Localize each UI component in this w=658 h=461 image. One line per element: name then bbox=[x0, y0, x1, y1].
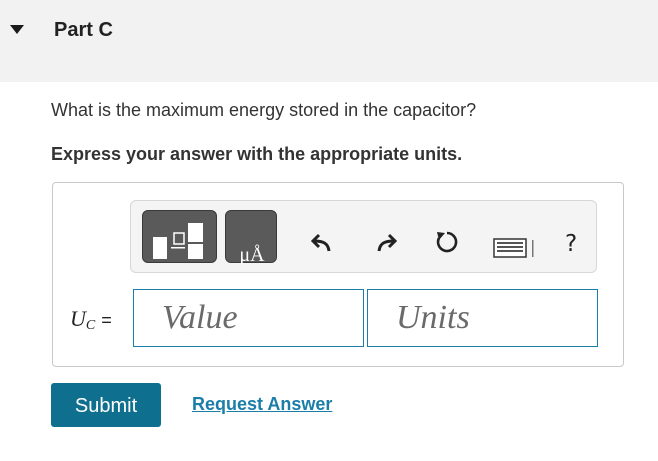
equals-sign: = bbox=[101, 310, 112, 330]
units-field[interactable] bbox=[367, 289, 598, 347]
units-button[interactable]: μÅ bbox=[225, 210, 277, 264]
templates-icon bbox=[153, 223, 203, 259]
math-toolbar: μÅ bbox=[130, 200, 597, 273]
value-input[interactable] bbox=[134, 290, 363, 346]
answer-instruction: Express your answer with the appropriate… bbox=[51, 144, 463, 164]
collapse-caret-icon[interactable] bbox=[10, 25, 24, 34]
variable-symbol: U bbox=[70, 306, 86, 331]
help-icon[interactable]: ? bbox=[565, 231, 577, 257]
value-field[interactable] bbox=[133, 289, 364, 347]
part-title: Part C bbox=[54, 19, 113, 41]
question-text: What is the maximum energy stored in the… bbox=[51, 100, 477, 120]
units-input[interactable] bbox=[368, 290, 597, 346]
redo-icon[interactable] bbox=[375, 231, 397, 253]
svg-text:μÅ: μÅ bbox=[239, 244, 265, 264]
submit-button[interactable]: Submit bbox=[51, 383, 161, 427]
variable-subscript: C bbox=[85, 318, 96, 333]
templates-button[interactable] bbox=[142, 210, 217, 263]
units-micro-angstrom-icon: μÅ bbox=[239, 244, 265, 264]
variable-label: UC = bbox=[70, 306, 112, 334]
request-answer-link[interactable]: Request Answer bbox=[192, 394, 332, 415]
undo-icon[interactable] bbox=[311, 231, 333, 253]
reset-icon[interactable] bbox=[434, 229, 460, 255]
part-header[interactable]: Part C bbox=[0, 0, 658, 82]
keyboard-icon[interactable] bbox=[493, 237, 537, 259]
